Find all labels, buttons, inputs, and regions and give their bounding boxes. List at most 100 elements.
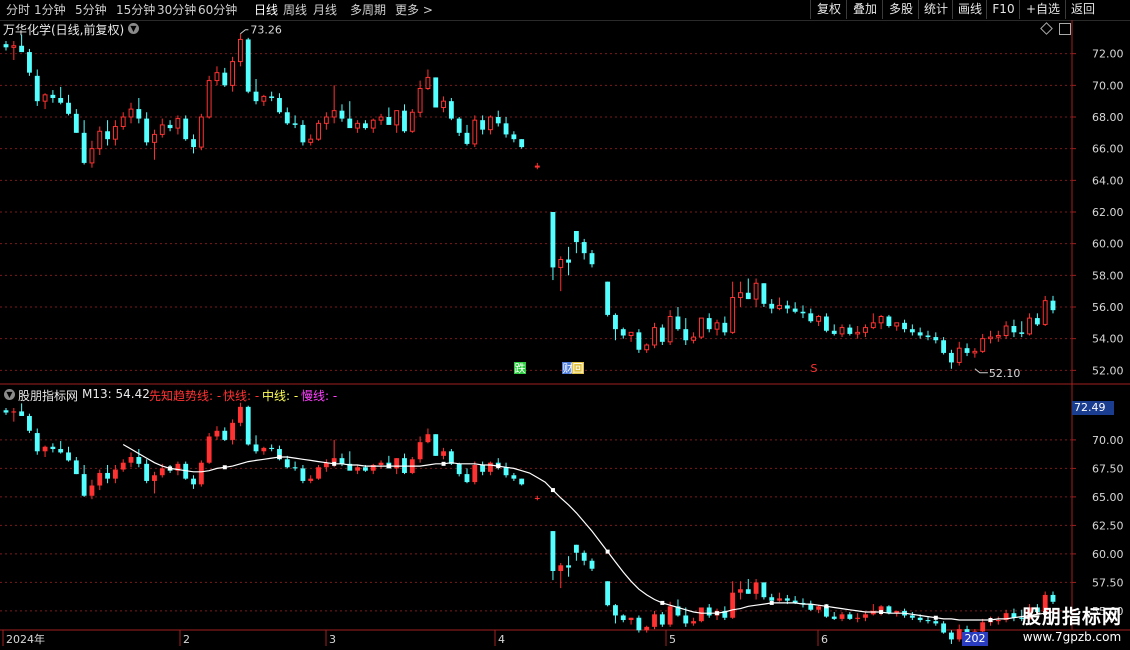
candle-body	[409, 111, 415, 132]
period-tab-6[interactable]: 日线	[254, 2, 278, 18]
candle-body	[433, 77, 439, 108]
toolbar-button-4[interactable]: 画线	[952, 0, 987, 19]
candle-body-ind	[206, 436, 212, 463]
candle-body	[573, 231, 579, 243]
candle-body	[464, 132, 470, 144]
period-tab-10[interactable]: 更多 >	[395, 2, 433, 18]
period-tab-3[interactable]: 15分钟	[116, 2, 155, 18]
toolbar: 分时 1分钟 5分钟 15分钟 30分钟 60分钟 日线 周线 月线 多周期 更多 > 复权 叠加 多股统…	[0, 0, 1130, 21]
candle-body	[722, 322, 728, 333]
candle-body	[237, 38, 243, 63]
candle-body	[972, 350, 978, 354]
candle-body	[402, 110, 407, 132]
candle-body-ind	[464, 474, 470, 483]
candle-body-ind	[855, 617, 861, 619]
candle-body	[503, 123, 509, 135]
period-tab-9[interactable]: 多周期	[350, 2, 386, 18]
candle-body	[183, 118, 189, 140]
candle-body-ind	[847, 614, 853, 619]
toolbar-button-5[interactable]: F10	[986, 0, 1020, 19]
chevron-down-icon[interactable]: ▼	[128, 23, 139, 34]
candle-body	[222, 72, 228, 86]
candle-body	[933, 337, 939, 341]
indicator-chevron-icon[interactable]: ▼	[4, 389, 15, 400]
high-annotation-line	[240, 29, 249, 35]
candle-body	[863, 327, 868, 333]
candle-body-ind	[691, 621, 697, 624]
candle-body	[394, 110, 400, 126]
candle-body	[378, 116, 384, 121]
ma-dot	[386, 464, 391, 469]
candle-body	[675, 316, 681, 330]
stock-title: 万华化学(日线,前复权)	[3, 23, 125, 37]
candle-body-ind	[745, 589, 751, 594]
ma-dot	[769, 600, 774, 605]
candle-body-ind	[339, 458, 345, 464]
candle-body	[269, 96, 275, 98]
candle-body-ind	[949, 632, 954, 640]
candle-body-ind	[667, 606, 673, 625]
candle-body	[386, 117, 392, 125]
window-toggle-icon[interactable]	[1059, 23, 1071, 35]
period-tab-4[interactable]: 30分钟	[157, 2, 196, 18]
candle-body	[698, 317, 704, 338]
candle-body	[316, 122, 321, 140]
candle-body-ind	[230, 422, 236, 440]
ma-line	[122, 443, 1054, 621]
candle-body-ind	[34, 433, 40, 452]
toolbar-button-3[interactable]: 统计	[918, 0, 953, 19]
candle-body	[839, 327, 845, 335]
candle-body	[1034, 318, 1040, 325]
watermark: 股朋指标网 www.7gpzb.com	[1022, 602, 1122, 644]
candle-body	[902, 322, 907, 330]
candle-body-ind	[97, 472, 103, 486]
candle-body-ind	[573, 544, 579, 553]
ma-dot	[715, 611, 720, 616]
candle-body-ind	[42, 446, 48, 452]
ma-dot	[824, 604, 829, 609]
candle-body	[925, 335, 931, 338]
period-tab-7[interactable]: 周线	[283, 2, 307, 18]
candle-body	[870, 322, 876, 329]
y-tick-label: 60.00	[1092, 548, 1124, 561]
period-tab-5[interactable]: 60分钟	[198, 2, 237, 18]
candle-body	[816, 316, 822, 322]
ma-dot	[277, 455, 282, 459]
toolbar-button-6[interactable]: +自选	[1019, 0, 1066, 19]
candle-body	[652, 327, 657, 346]
candle-body-ind	[433, 434, 439, 456]
candle-body-ind	[683, 615, 689, 624]
toolbar-button-7[interactable]: 返回	[1065, 0, 1100, 19]
low-label: 52.10	[989, 367, 1021, 380]
candle-body	[308, 138, 314, 143]
candle-body-ind	[738, 589, 743, 593]
indicator-value-badge: 72.49	[1072, 401, 1114, 415]
toolbar-button-2[interactable]: 多股	[882, 0, 919, 19]
period-tab-2[interactable]: 5分钟	[75, 2, 107, 18]
candle-body-ind	[589, 560, 595, 569]
candle-body-ind	[886, 606, 892, 614]
candle-body	[1042, 300, 1048, 325]
candle-body	[144, 118, 150, 143]
candle-body	[198, 116, 204, 148]
toolbar-button-0[interactable]: 复权	[810, 0, 847, 19]
candle-body-ind	[89, 485, 95, 496]
toolbar-button-1[interactable]: 叠加	[846, 0, 883, 19]
candle-body	[1050, 300, 1056, 311]
event-marker: S	[811, 362, 818, 375]
legend-man: 慢线: -	[301, 389, 338, 403]
candle-body	[456, 118, 462, 133]
period-tab-0[interactable]: 分时	[6, 2, 30, 18]
candle-body	[949, 352, 954, 363]
period-tab-1[interactable]: 1分钟	[34, 2, 66, 18]
candle-body	[488, 116, 493, 131]
candle-body-ind	[27, 415, 32, 431]
period-tab-8[interactable]: 月线	[313, 2, 337, 18]
candle-body	[917, 332, 923, 336]
candle-body	[128, 108, 134, 118]
candle-body	[120, 116, 126, 127]
candle-body	[167, 124, 173, 129]
candle-body	[738, 292, 743, 298]
candle-body	[261, 95, 267, 102]
candle-body-ind	[636, 617, 642, 631]
